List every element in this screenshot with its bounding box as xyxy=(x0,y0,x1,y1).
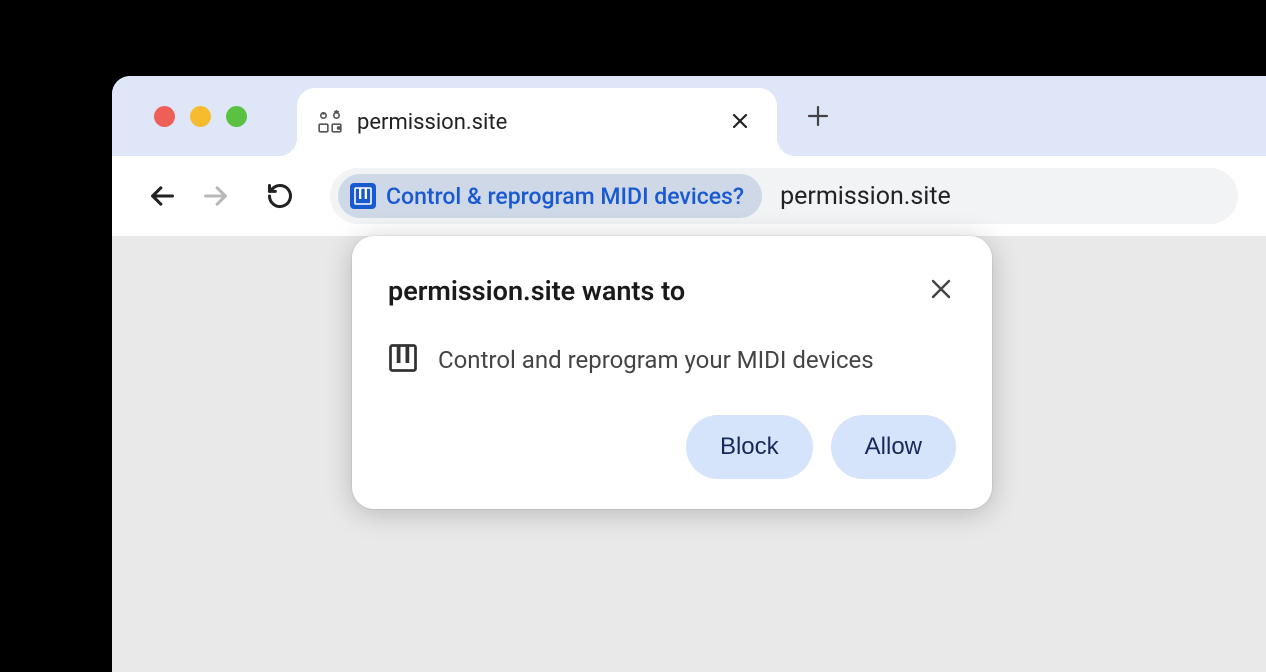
permission-favicon-icon xyxy=(317,109,343,135)
window-controls xyxy=(112,106,247,127)
page-content: permission.site wants to Control xyxy=(112,236,1266,672)
midi-icon xyxy=(350,183,376,209)
popup-body: Control and reprogram your MIDI devices xyxy=(388,343,956,377)
window-minimize-button[interactable] xyxy=(190,106,211,127)
popup-title: permission.site wants to xyxy=(388,275,685,307)
reload-button[interactable] xyxy=(258,174,302,218)
browser-window: permission.site xyxy=(112,76,1266,672)
toolbar: Control & reprogram MIDI devices? permis… xyxy=(112,156,1266,236)
tab-strip: permission.site xyxy=(112,76,1266,156)
permission-chip[interactable]: Control & reprogram MIDI devices? xyxy=(338,174,762,218)
window-close-button[interactable] xyxy=(154,106,175,127)
popup-body-text: Control and reprogram your MIDI devices xyxy=(438,346,874,374)
tab-title: permission.site xyxy=(357,110,723,135)
tab-close-button[interactable] xyxy=(723,104,757,140)
forward-button[interactable] xyxy=(194,174,238,218)
permission-popup: permission.site wants to Control xyxy=(352,236,992,509)
popup-close-button[interactable] xyxy=(926,270,956,311)
popup-actions: Block Allow xyxy=(388,415,956,479)
midi-icon xyxy=(388,343,418,377)
new-tab-button[interactable] xyxy=(800,98,836,134)
window-maximize-button[interactable] xyxy=(226,106,247,127)
popup-header: permission.site wants to xyxy=(388,270,956,311)
block-button[interactable]: Block xyxy=(686,415,813,479)
address-bar[interactable]: Control & reprogram MIDI devices? permis… xyxy=(330,168,1238,224)
back-button[interactable] xyxy=(140,174,184,218)
permission-chip-text: Control & reprogram MIDI devices? xyxy=(386,183,744,210)
allow-button[interactable]: Allow xyxy=(831,415,956,479)
browser-tab[interactable]: permission.site xyxy=(297,88,777,156)
url-text: permission.site xyxy=(780,182,951,211)
